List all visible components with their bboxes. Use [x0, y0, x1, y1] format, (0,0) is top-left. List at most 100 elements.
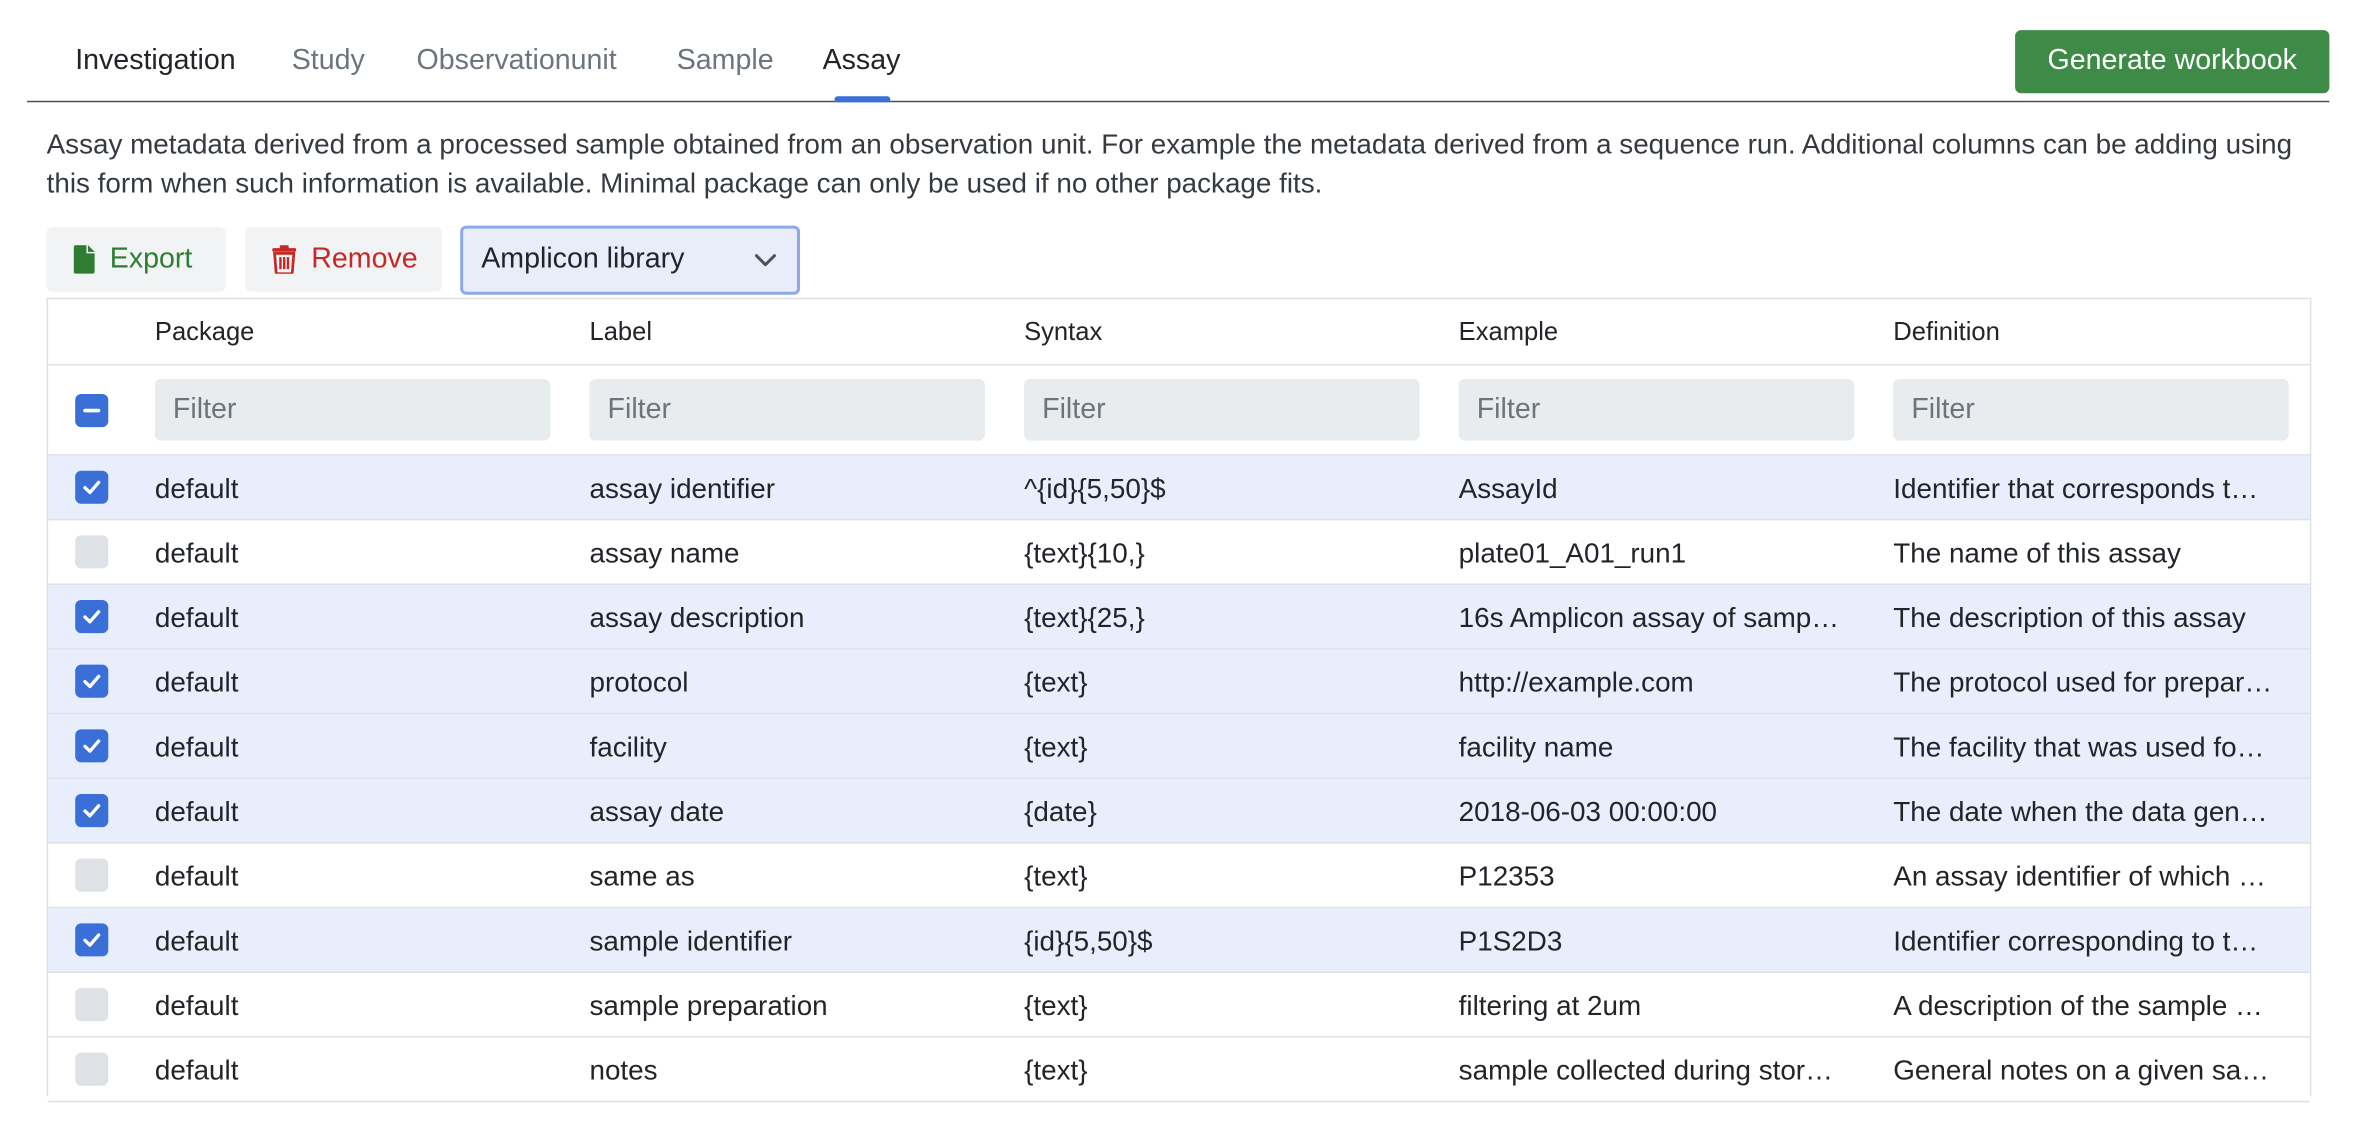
table-row[interactable]: default facility {text} facility name The fa… [48, 714, 2310, 779]
export-button[interactable]: Export [46, 227, 226, 292]
assay-page: Investigation Study Observationunit Samp… [0, 0, 2358, 1128]
cell-package: default [154, 601, 239, 634]
cell-example: 2018-06-03 00:00:00 [1458, 795, 1718, 828]
column-header-label[interactable]: Label [589, 317, 652, 347]
assay-description: Assay metadata derived from a processed … [46, 127, 2293, 199]
cell-package: default [154, 989, 239, 1022]
cell-definition: The description of this assay [1893, 601, 2246, 634]
table-row[interactable]: default assay description {text}{25,} 16s A… [48, 584, 2310, 650]
cell-syntax: {text} [1024, 989, 1088, 1022]
cell-definition: The date when the data gen… [1893, 795, 2268, 828]
tab-bar: Investigation Study Observationunit Samp… [27, 0, 2330, 103]
trash-icon [272, 245, 297, 274]
row-checkbox[interactable] [75, 664, 109, 698]
cell-package: default [154, 666, 239, 698]
row-checkbox[interactable] [75, 729, 109, 763]
cell-example: http://example.com [1458, 666, 1694, 698]
row-checkbox[interactable] [75, 794, 109, 828]
minus-icon [83, 408, 101, 413]
cell-label: assay identifier [589, 472, 776, 504]
filter-definition-input[interactable] [1893, 378, 2289, 441]
generate-workbook-button[interactable]: Generate workbook [2015, 30, 2330, 94]
cell-definition: The name of this assay [1893, 536, 2181, 569]
cell-definition: An assay identifier of which … [1893, 860, 2266, 892]
filter-syntax-input[interactable] [1024, 378, 1420, 441]
cell-syntax: ^{id}{5,50}$ [1024, 472, 1166, 504]
row-checkbox[interactable] [75, 470, 109, 504]
cell-package: default [154, 730, 239, 763]
cell-definition: A description of the sample … [1893, 989, 2263, 1022]
cell-label: assay description [589, 601, 805, 634]
check-icon [83, 480, 101, 495]
cell-definition: The protocol used for prepar… [1893, 666, 2273, 698]
cell-definition: General notes on a given sa… [1893, 1054, 2270, 1086]
file-icon [73, 245, 95, 274]
column-header-package[interactable]: Package [155, 317, 255, 347]
active-tab-indicator [834, 96, 891, 103]
column-header-syntax[interactable]: Syntax [1024, 317, 1102, 347]
package-select-value: Amplicon library [481, 243, 685, 276]
check-icon [83, 610, 101, 624]
cell-example: AssayId [1458, 472, 1558, 504]
package-select[interactable]: Amplicon library [460, 225, 801, 295]
table-row[interactable]: default assay date {date} 2018-06-03 00:00:… [48, 778, 2310, 844]
table-row[interactable]: default notes {text} sample collected durin… [48, 1038, 2310, 1103]
cell-package: default [154, 536, 239, 569]
cell-label: same as [589, 860, 695, 892]
table-row[interactable]: default same as {text} P12353 An assay ident… [48, 844, 2310, 909]
cell-package: default [154, 1054, 239, 1086]
cell-example: sample collected during stor… [1458, 1054, 1833, 1086]
tab-observationunit[interactable]: Observationunit [417, 45, 617, 78]
table-row[interactable]: default assay name {text}{10,} plate01_A01_… [48, 520, 2310, 585]
cell-example: facility name [1458, 730, 1614, 763]
filter-row [48, 365, 2310, 456]
column-header-definition[interactable]: Definition [1893, 317, 2000, 347]
table-body: default assay identifier ^{id}{5,50}$ Assay… [48, 455, 2310, 1103]
row-checkbox[interactable] [75, 987, 109, 1022]
cell-example: P1S2D3 [1458, 924, 1563, 957]
row-checkbox[interactable] [75, 923, 109, 957]
cell-syntax: {text} [1024, 730, 1088, 763]
table-row[interactable]: default protocol {text} http://example.com T… [48, 649, 2310, 715]
row-checkbox[interactable] [75, 535, 109, 569]
filter-label-input[interactable] [589, 378, 985, 441]
tab-sample[interactable]: Sample [677, 45, 774, 78]
cell-example: 16s Amplicon assay of samp… [1458, 601, 1840, 634]
cell-package: default [154, 860, 239, 892]
cell-example: filtering at 2um [1458, 989, 1642, 1022]
check-icon [83, 739, 101, 753]
column-header-example[interactable]: Example [1459, 317, 1558, 347]
remove-label: Remove [311, 242, 418, 275]
tab-investigation[interactable]: Investigation [75, 45, 235, 78]
row-checkbox[interactable] [75, 1052, 109, 1086]
cell-syntax: {date} [1024, 795, 1097, 828]
cell-definition: The facility that was used fo… [1893, 730, 2265, 763]
cell-label: sample identifier [589, 924, 793, 957]
cell-example: P12353 [1458, 860, 1555, 892]
cell-package: default [154, 472, 239, 504]
select-all-checkbox[interactable] [75, 393, 109, 428]
filter-package-input[interactable] [154, 378, 551, 441]
cell-label: assay name [589, 536, 740, 569]
table-row[interactable]: default sample preparation {text} filtering… [48, 973, 2310, 1038]
row-checkbox[interactable] [75, 600, 109, 634]
row-checkbox[interactable] [75, 858, 109, 892]
cell-syntax: {text}{25,} [1024, 601, 1145, 634]
cell-label: assay date [589, 795, 725, 828]
check-icon [83, 933, 101, 947]
cell-package: default [154, 924, 239, 957]
tab-assay[interactable]: Assay [823, 45, 901, 78]
cell-label: notes [589, 1054, 658, 1086]
table-row[interactable]: default sample identifier {id}{5,50}$ P1S2D… [48, 908, 2310, 973]
cell-package: default [154, 795, 239, 828]
cell-syntax: {text} [1024, 666, 1088, 698]
check-icon [83, 674, 101, 689]
table-row[interactable]: default assay identifier ^{id}{5,50}$ Assay… [48, 455, 2310, 521]
check-icon [83, 804, 101, 818]
cell-definition: Identifier that corresponds t… [1893, 472, 2259, 504]
cell-label: sample preparation [589, 989, 828, 1022]
cell-syntax: {id}{5,50}$ [1024, 924, 1153, 957]
filter-example-input[interactable] [1458, 378, 1855, 441]
tab-study[interactable]: Study [292, 45, 365, 78]
remove-button[interactable]: Remove [245, 227, 443, 292]
